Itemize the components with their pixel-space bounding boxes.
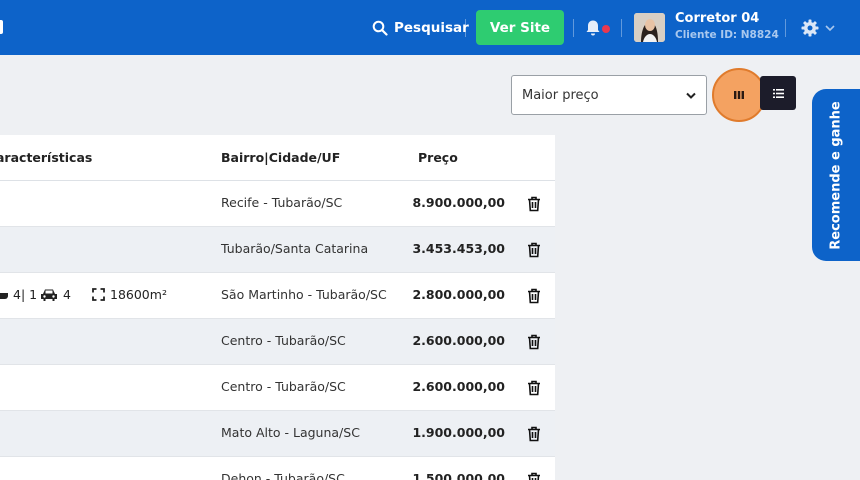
gear-icon[interactable] [801,19,819,37]
bathtub-icon [0,293,8,299]
cell-bairro: Tubarão/Santa Catarina [221,241,369,256]
table-header: aracterísticas Bairro|Cidade/UF Preço [0,135,555,181]
user-name[interactable]: Corretor 04 [675,11,759,26]
divider [573,19,574,37]
feature-garage-value: 4 [63,287,71,302]
table-row[interactable]: 4| 1 4 18600m² São Martinho - Tubarão/SC… [0,273,555,319]
table-row[interactable]: Tubarão/Santa Catarina 3.453.453,00 [0,227,555,273]
col-bairro: Bairro|Cidade/UF [221,150,341,165]
car-icon [41,289,57,301]
feature-area-value: 18600m² [110,287,167,302]
top-bar: Pesquisar Ver Site Corretor 04 Cliente I… [0,0,860,55]
grid-view-button[interactable] [712,68,766,122]
chevron-down-icon [686,92,696,99]
avatar[interactable] [634,13,665,42]
property-table: aracterísticas Bairro|Cidade/UF Preço Re… [0,135,555,480]
cell-bairro: Recife - Tubarão/SC [221,195,343,210]
table-row[interactable]: Centro - Tubarão/SC 2.600.000,00 [0,365,555,411]
table-row[interactable]: Dehon - Tubarão/SC 1.500.000,00 [0,457,555,480]
cell-bairro: Dehon - Tubarão/SC [221,471,345,480]
sort-selected-value: Maior preço [522,87,599,103]
trash-icon[interactable] [527,380,541,396]
recomende-label: Recomende e ganhe [828,100,844,250]
table-row[interactable]: Recife - Tubarão/SC 8.900.000,00 [0,181,555,227]
bell-icon[interactable] [585,19,601,37]
list-view-button[interactable] [760,76,796,110]
cell-preco: 2.600.000,00 [412,333,505,348]
menu-edge-marker[interactable] [0,20,3,34]
cell-preco: 1.900.000,00 [412,425,505,440]
trash-icon[interactable] [527,288,541,304]
feature-area: 18600m² [92,287,167,302]
col-caracteristicas: aracterísticas [0,150,93,165]
sort-select[interactable]: Maior preço [511,75,707,115]
trash-icon[interactable] [527,196,541,212]
divider [785,19,786,37]
area-icon [92,288,105,301]
trash-icon[interactable] [527,242,541,258]
divider [465,19,466,37]
cell-preco: 8.900.000,00 [412,195,505,210]
ver-site-button[interactable]: Ver Site [476,10,564,45]
cell-bairro: Centro - Tubarão/SC [221,379,346,394]
cell-bairro: São Martinho - Tubarão/SC [221,287,387,302]
user-id: Cliente ID: N8824 [675,29,779,41]
list-icon [772,88,784,98]
col-preco: Preço [418,150,458,165]
cell-bairro: Mato Alto - Laguna/SC [221,425,360,440]
search-icon [372,20,388,36]
feature-baths-value: 4| 1 [13,287,38,302]
cell-bairro: Centro - Tubarão/SC [221,333,346,348]
cell-preco: 3.453.453,00 [412,241,505,256]
trash-icon[interactable] [527,472,541,480]
search-button[interactable]: Pesquisar [372,17,469,39]
feature-garage: 4 [40,287,71,302]
cell-preco: 1.500.000,00 [412,471,505,480]
table-row[interactable]: Mato Alto - Laguna/SC 1.900.000,00 [0,411,555,457]
notification-dot [602,25,610,33]
cell-preco: 2.600.000,00 [412,379,505,394]
chevron-down-icon[interactable] [825,24,835,32]
cell-preco: 2.800.000,00 [412,287,505,302]
trash-icon[interactable] [527,334,541,350]
divider [621,19,622,37]
grid-icon [734,91,744,99]
recomende-tab[interactable]: Recomende e ganhe [812,89,860,261]
feature-baths: 4| 1 [0,287,37,302]
table-row[interactable]: Centro - Tubarão/SC 2.600.000,00 [0,319,555,365]
trash-icon[interactable] [527,426,541,442]
search-label: Pesquisar [394,20,469,36]
